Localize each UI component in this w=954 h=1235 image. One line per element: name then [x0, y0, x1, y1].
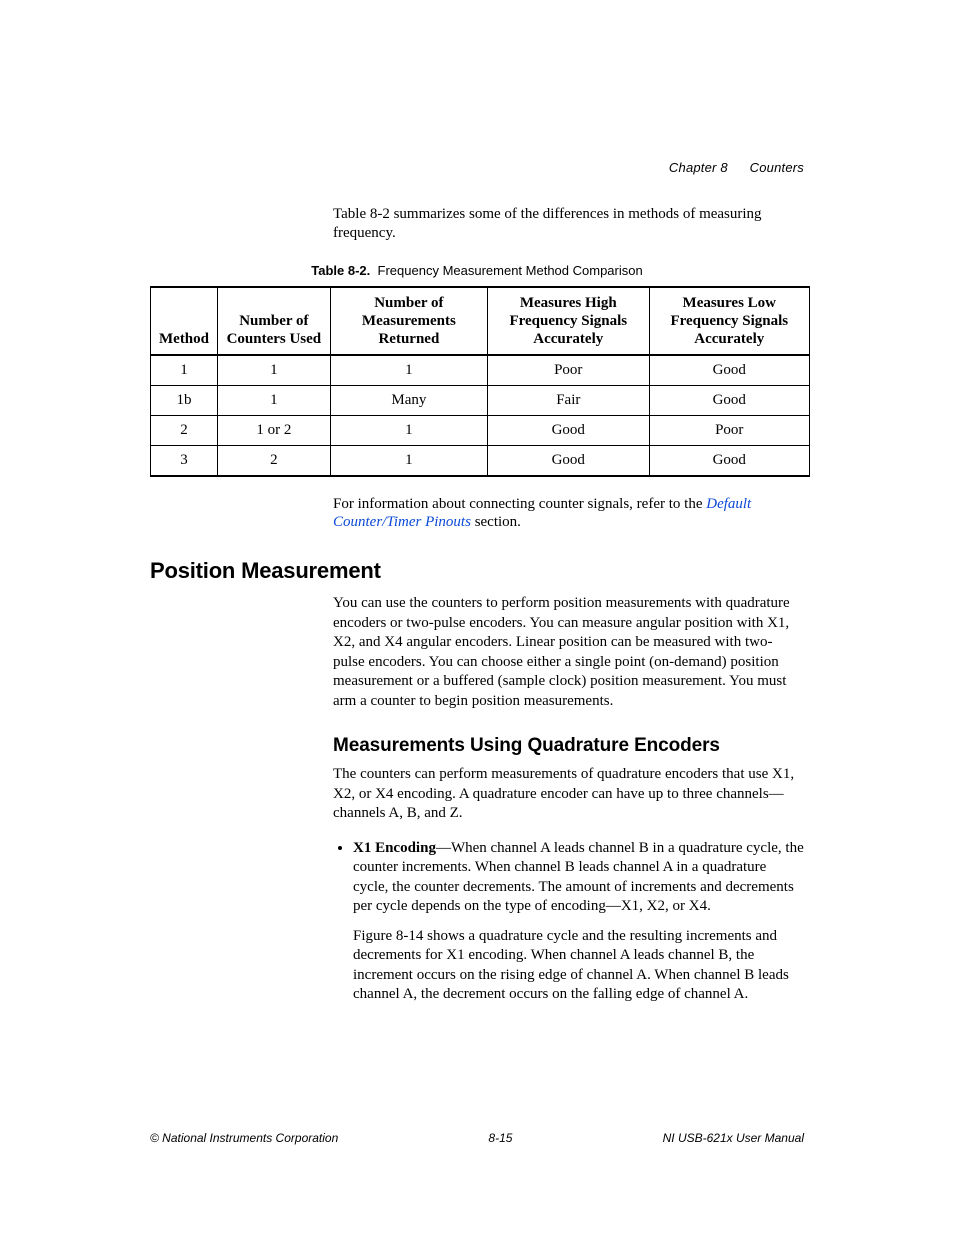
table-row: 2 1 or 2 1 Good Poor: [151, 415, 810, 445]
cell: Good: [649, 355, 809, 386]
table-row: 1b 1 Many Fair Good: [151, 385, 810, 415]
cell: 2: [151, 415, 218, 445]
cell: 1 or 2: [218, 415, 331, 445]
cell: Good: [488, 445, 650, 476]
frequency-comparison-table: Method Number of Counters Used Number of…: [150, 286, 810, 477]
table-header-row: Method Number of Counters Used Number of…: [151, 287, 810, 355]
encoding-list: X1 Encoding—When channel A leads channel…: [333, 839, 804, 1005]
cell: 1b: [151, 385, 218, 415]
post-table-pre: For information about connecting counter…: [333, 496, 706, 512]
cell: 1: [218, 355, 331, 386]
quadrature-paragraph: The counters can perform measurements of…: [333, 765, 804, 824]
cell: Poor: [488, 355, 650, 386]
post-table-post: section.: [471, 514, 521, 530]
cell: 2: [218, 445, 331, 476]
cell: Good: [649, 385, 809, 415]
x1-encoding-label: X1 Encoding: [353, 840, 436, 856]
x1-encoding-follow: Figure 8-14 shows a quadrature cycle and…: [353, 927, 804, 1005]
footer-right: NI USB-621x User Manual: [663, 1131, 804, 1145]
cell: Poor: [649, 415, 809, 445]
col-measurements: Number of Measurements Returned: [330, 287, 487, 355]
col-high-freq: Measures High Frequency Signals Accurate…: [488, 287, 650, 355]
cell: Good: [488, 415, 650, 445]
table-row: 3 2 1 Good Good: [151, 445, 810, 476]
cell: 1: [330, 415, 487, 445]
position-paragraph: You can use the counters to perform posi…: [333, 594, 804, 711]
page-footer: © National Instruments Corporation 8-15 …: [150, 1131, 804, 1145]
subsection-heading-quadrature: Measurements Using Quadrature Encoders: [333, 735, 804, 757]
table-caption-number: Table 8-2.: [311, 263, 370, 278]
footer-left: © National Instruments Corporation: [150, 1131, 338, 1145]
cell: Many: [330, 385, 487, 415]
cell: 1: [218, 385, 331, 415]
table-row: 1 1 1 Poor Good: [151, 355, 810, 386]
chapter-title: Counters: [750, 160, 804, 175]
table-caption-title: Frequency Measurement Method Comparison: [378, 263, 643, 278]
col-counters: Number of Counters Used: [218, 287, 331, 355]
chapter-label: Chapter 8: [669, 160, 728, 175]
cell: 1: [151, 355, 218, 386]
cell: 3: [151, 445, 218, 476]
running-header: Chapter 8 Counters: [669, 160, 804, 175]
section-heading-position-measurement: Position Measurement: [150, 558, 804, 584]
list-item: X1 Encoding—When channel A leads channel…: [353, 839, 804, 1005]
cell: 1: [330, 445, 487, 476]
table-caption: Table 8-2. Frequency Measurement Method …: [150, 263, 804, 278]
footer-center: 8-15: [488, 1131, 512, 1145]
cell: Fair: [488, 385, 650, 415]
intro-paragraph: Table 8-2 summarizes some of the differe…: [333, 205, 804, 243]
post-table-paragraph: For information about connecting counter…: [333, 495, 804, 533]
cell: Good: [649, 445, 809, 476]
col-method: Method: [151, 287, 218, 355]
cell: 1: [330, 355, 487, 386]
col-low-freq: Measures Low Frequency Signals Accuratel…: [649, 287, 809, 355]
